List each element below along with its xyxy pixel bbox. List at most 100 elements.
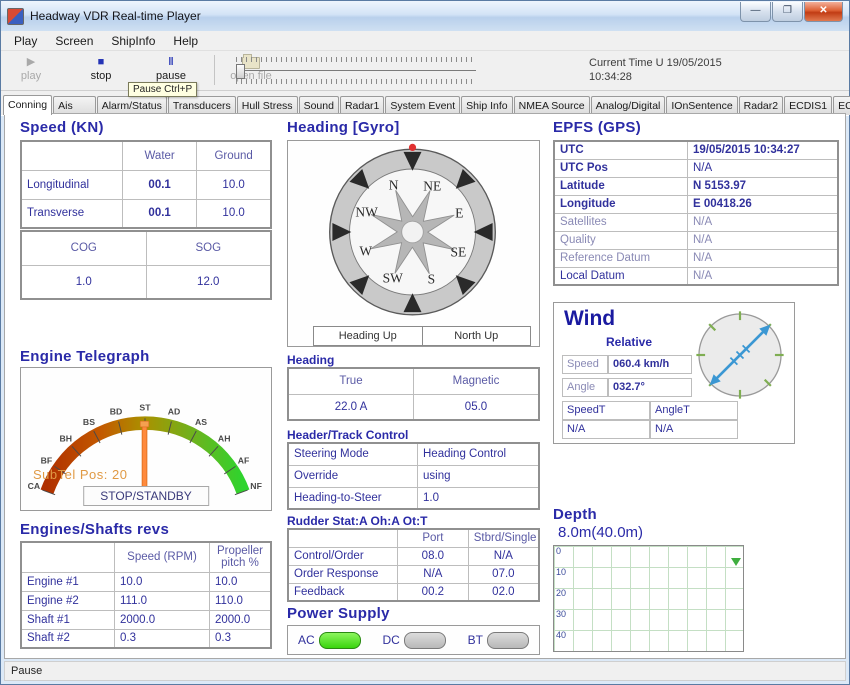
stop-button[interactable]: ■ stop [73,54,129,82]
heading-gyro-title: Heading [Gyro] [287,119,400,136]
cell: 10.0 [197,199,271,228]
cell: E 00418.26 [688,195,839,213]
telegraph-label: AF [238,456,250,466]
telegraph-label: BH [59,433,72,443]
current-time-date: Current Time U 19/05/2015 [589,56,722,70]
wind-speedt-header: SpeedT [562,401,650,420]
slider-ticks-top [236,57,476,62]
cell: 0.3 [115,629,210,648]
gyro-compass-panel: N NE E SE S SW W NW Heading Up North Up [287,140,540,347]
subtel-position: SubTel Pos: 20 [33,467,127,482]
cell: N/A [688,249,839,267]
pause-tooltip: Pause Ctrl+P [128,82,197,97]
pause-button[interactable]: ‖ pause [143,54,199,82]
row-label: Satellites [554,213,688,231]
compass-point-e: E [455,206,463,221]
col-header: Port [398,529,469,547]
pause-icon: ‖ [143,54,199,70]
compass-point-s: S [428,271,436,286]
power-indicator-ac [319,632,361,649]
depth-axis-label: 10 [556,567,566,577]
status-text: Pause [11,665,42,677]
depth-axis-label: 0 [556,546,561,556]
conning-panel: Speed (KN) Water Ground Longitudinal 00.… [4,113,846,659]
wind-anglet-header: AngleT [650,401,738,420]
compass-point-nw: NW [355,205,378,220]
telegraph-label: AS [195,417,207,427]
track-control-table: Steering Mode Heading Control Override u… [287,442,540,510]
telegraph-label: BD [110,406,123,416]
current-time: Current Time U 19/05/2015 10:34:28 [589,56,722,84]
row-label: Feedback [288,583,398,601]
cell: 10.0 [197,170,271,199]
row-label: Shaft #1 [21,610,115,629]
col-header: Stbrd/Single [468,529,539,547]
telegraph-label: CA [28,481,41,491]
depth-trace-marker [731,558,741,566]
depth-title: Depth [553,506,597,523]
menu-help[interactable]: Help [164,33,207,49]
cell: 10.0 [210,572,272,591]
cell: using [418,465,540,487]
compass-point-n: N [389,178,399,193]
heading-up-button[interactable]: Heading Up [313,326,423,346]
col-header: SOG [146,231,271,265]
cell: 1.0 [418,487,540,509]
compass-point-ne: NE [423,179,441,194]
cell: N/A [398,565,469,583]
cell: 02.0 [468,583,539,601]
depth-axis-label: 30 [556,609,566,619]
row-label: Local Datum [554,267,688,285]
col-header: Water [123,141,197,170]
minimize-button-icon[interactable]: — [740,2,771,22]
menu-screen[interactable]: Screen [46,33,102,49]
telegraph-label: ST [139,403,151,413]
col-header: Speed (RPM) [115,542,210,572]
power-supply-panel: AC DC BT [287,625,540,655]
menu-shipinfo[interactable]: ShipInfo [102,33,164,49]
tab-conning[interactable]: Conning [3,95,52,115]
stop-standby-button[interactable]: STOP/STANDBY [83,486,209,506]
col-header: Propeller pitch % [210,542,272,572]
col-header: True [288,368,414,394]
row-label: UTC Pos [554,159,688,177]
current-time-clock: 10:34:28 [589,70,722,84]
speed-title: Speed (KN) [20,119,104,136]
power-label-ac: AC [298,633,315,647]
heading-title: Heading [287,353,334,367]
engine-telegraph-title: Engine Telegraph [20,348,150,365]
cell: 08.0 [398,547,469,565]
compass: N NE E SE S SW W NW [318,142,507,322]
title-bar: Headway VDR Real-time Player — ❐ ✕ [1,1,849,31]
play-button[interactable]: ▶ play [3,54,59,82]
cell: 00.2 [398,583,469,601]
playback-slider[interactable] [236,57,476,84]
app-icon [7,8,24,25]
row-label: Transverse [21,199,123,228]
engines-shafts-table: Speed (RPM) Propeller pitch % Engine #1 … [20,541,272,649]
close-button-icon[interactable]: ✕ [804,2,843,22]
cell: N/A [688,231,839,249]
north-up-button[interactable]: North Up [422,326,532,346]
slider-thumb[interactable] [236,64,245,79]
row-label: Engine #2 [21,591,115,610]
row-label: Control/Order [288,547,398,565]
rudder-title: Rudder Stat:A Oh:A Ot:T [287,514,427,528]
menu-play[interactable]: Play [5,33,46,49]
rudder-table: Port Stbrd/Single Control/Order 08.0 N/A… [287,528,540,602]
menu-bar: Play Screen ShipInfo Help [1,31,849,51]
cell: 22.0 A [288,394,414,420]
cell: 19/05/2015 10:34:27 [688,141,839,159]
maximize-button-icon[interactable]: ❐ [772,2,803,22]
cell: N/A [688,213,839,231]
wind-dial [692,307,788,403]
epfs-table: UTC19/05/2015 10:34:27 UTC PosN/A Latitu… [553,140,839,286]
wind-anglet-value: N/A [650,420,738,439]
row-label: Quality [554,231,688,249]
telegraph-label: NF [250,481,262,491]
cell: 0.3 [210,629,272,648]
cell: 10.0 [115,572,210,591]
power-supply-title: Power Supply [287,605,390,622]
col-header: Magnetic [414,368,540,394]
cell: N/A [688,267,839,285]
